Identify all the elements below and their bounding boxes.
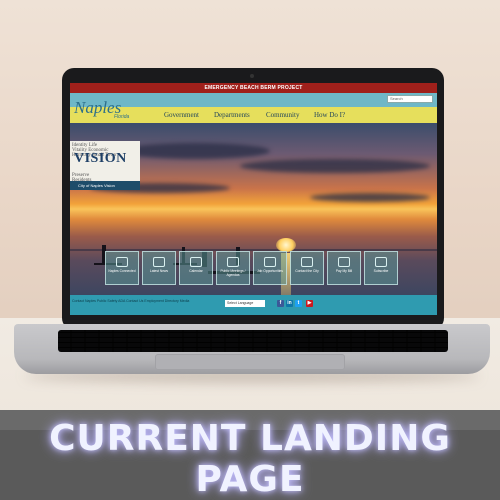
- tile-latest-news[interactable]: Latest News: [142, 251, 176, 285]
- search-input[interactable]: Search: [387, 95, 433, 103]
- caption-text: CURRENT LANDING PAGE: [49, 418, 451, 500]
- nav-government[interactable]: Government: [164, 111, 199, 119]
- meetings-icon: [227, 257, 239, 267]
- utility-bar: [70, 93, 437, 107]
- quick-links: Naples Connected Latest News Calendar Pu…: [105, 251, 405, 287]
- youtube-icon[interactable]: ▶: [306, 300, 313, 307]
- cloud: [310, 193, 430, 202]
- laptop-screen: EMERGENCY BEACH BERM PROJECT Search Napl…: [70, 83, 437, 315]
- emergency-banner[interactable]: EMERGENCY BEACH BERM PROJECT: [70, 83, 437, 93]
- tile-calendar[interactable]: Calendar: [179, 251, 213, 285]
- laptop-trackpad: [155, 354, 345, 370]
- bill-icon: [338, 257, 350, 267]
- footer-links[interactable]: Contact Naples Public Safety ADA Contact…: [72, 299, 189, 303]
- nav-how-do-i[interactable]: How Do I?: [314, 111, 345, 119]
- cloud: [120, 143, 270, 159]
- vision-link[interactable]: City of Naples Vision: [70, 181, 140, 190]
- facebook-icon[interactable]: f: [277, 300, 284, 307]
- calendar-icon: [190, 257, 202, 267]
- tile-contact-city[interactable]: Contact the City: [290, 251, 324, 285]
- sun: [276, 238, 296, 252]
- tile-public-meetings[interactable]: Public Meetings / Agendas: [216, 251, 250, 285]
- webcam: [250, 74, 254, 78]
- tile-job-opportunities[interactable]: Job Opportunities: [253, 251, 287, 285]
- news-icon: [153, 257, 165, 267]
- nav-community[interactable]: Community: [266, 111, 299, 119]
- tile-naples-connected[interactable]: Naples Connected: [105, 251, 139, 285]
- tile-subscribe[interactable]: Subscribe: [364, 251, 398, 285]
- twitter-icon[interactable]: t: [295, 300, 302, 307]
- monitor-icon: [301, 257, 313, 267]
- vision-title: VISION: [74, 151, 127, 166]
- grid-icon: [116, 257, 128, 267]
- cloud: [240, 159, 430, 173]
- jobs-icon: [264, 257, 276, 267]
- mail-icon: [375, 257, 387, 267]
- nav-departments[interactable]: Departments: [214, 111, 250, 119]
- site-logo-sub: Florida: [114, 114, 130, 120]
- laptop-keyboard: [58, 330, 448, 352]
- tile-pay-my-bill[interactable]: Pay My Bill: [327, 251, 361, 285]
- linkedin-icon[interactable]: in: [286, 300, 293, 307]
- language-select[interactable]: Select Language: [225, 300, 265, 307]
